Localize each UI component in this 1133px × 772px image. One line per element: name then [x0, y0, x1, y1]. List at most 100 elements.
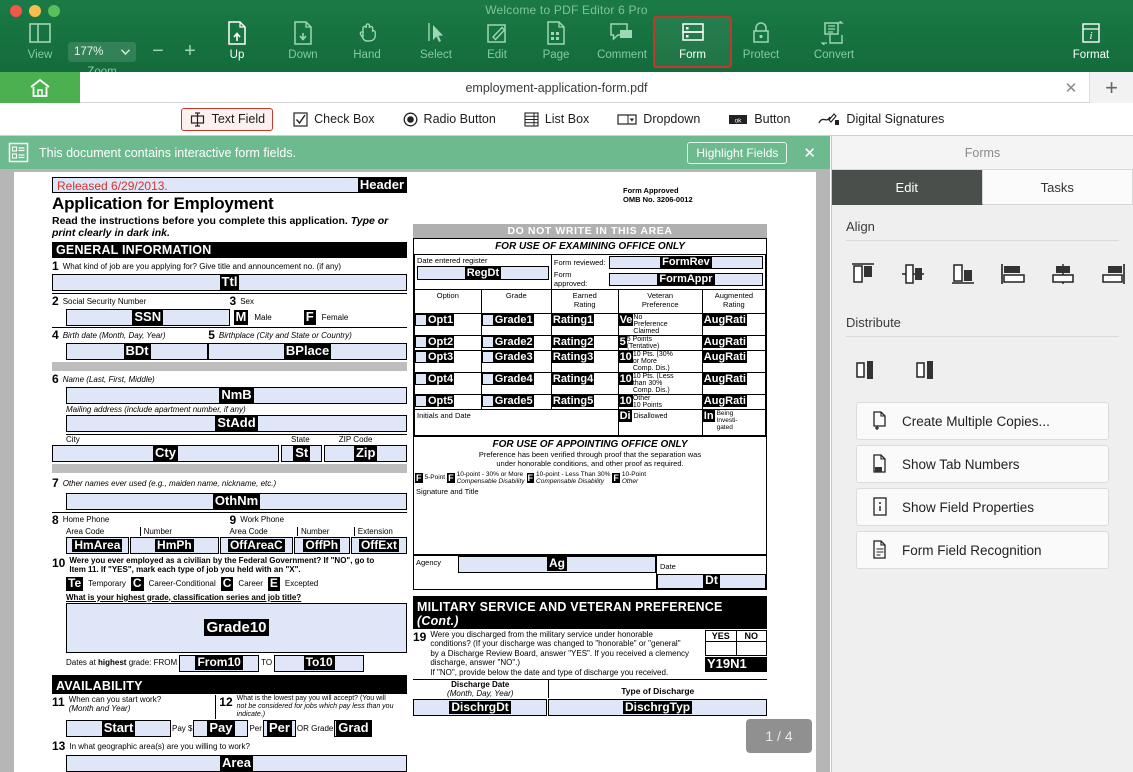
field-tag-male-checkbox[interactable]: M — [234, 310, 249, 325]
align-left-icon[interactable] — [998, 257, 1028, 291]
field-form-approved[interactable]: FormAppr — [609, 273, 763, 286]
zoom-select[interactable]: 177% — [68, 42, 136, 62]
active-tab[interactable]: employment-application-form.pdf — [80, 72, 1033, 103]
highlight-fields-button[interactable]: Highlight Fields — [687, 142, 787, 164]
field-zip[interactable]: Zip — [324, 445, 407, 462]
field-name[interactable]: NmB — [66, 387, 407, 404]
toolbar-convert-button[interactable]: Convert — [800, 18, 868, 72]
checkbox-grade-3[interactable] — [482, 351, 494, 363]
form-field-recognition-button[interactable]: Form Field Recognition — [856, 531, 1109, 569]
checkbox-option-5[interactable] — [415, 395, 427, 407]
field-state[interactable]: St — [281, 445, 322, 462]
checkbox-option-4[interactable] — [415, 373, 427, 385]
field-discharge-type[interactable]: DischrgTyp — [548, 699, 767, 716]
field-tag-temporary[interactable]: Te — [66, 577, 83, 591]
tab-tasks[interactable]: Tasks — [983, 170, 1133, 205]
align-vertical-center-icon[interactable] — [898, 257, 928, 291]
checkbox-grade-1[interactable] — [482, 314, 494, 326]
checkbox-yes-19[interactable] — [706, 642, 737, 655]
new-tab-button[interactable]: + — [1089, 72, 1133, 103]
field-tag-ve[interactable]: Ve — [619, 314, 634, 326]
align-bottom-icon[interactable] — [948, 257, 978, 291]
signature-space[interactable] — [414, 496, 766, 554]
home-button[interactable] — [0, 72, 80, 103]
zoom-in-button[interactable]: + — [178, 40, 202, 63]
field-birthdate[interactable]: BDt — [66, 343, 208, 360]
show-tab-numbers-button[interactable]: Show Tab Numbers — [856, 445, 1109, 483]
toolbar-up-button[interactable]: Up — [203, 18, 271, 72]
field-pay[interactable]: Pay — [193, 720, 248, 737]
field-register-date[interactable]: RegDt — [417, 266, 549, 280]
field-tag-career[interactable]: C — [221, 577, 234, 591]
toolbar-format-button[interactable]: i Format — [1057, 18, 1125, 72]
field-city[interactable]: Cty — [52, 445, 279, 462]
field-tag-10c[interactable]: 10 — [619, 395, 633, 407]
field-home-area[interactable]: HmArea — [66, 537, 129, 554]
field-geographic-area[interactable]: Area — [66, 755, 407, 772]
field-other-names[interactable]: OthNm — [66, 493, 407, 510]
field-tag-10pt-less[interactable]: F — [527, 473, 535, 483]
toolbar-view-button[interactable]: View — [6, 18, 74, 72]
field-tag-header[interactable]: Header — [358, 178, 406, 193]
field-date[interactable]: Dt — [657, 574, 766, 589]
field-tag-excepted[interactable]: E — [268, 577, 280, 591]
distribute-horizontal-icon[interactable] — [908, 353, 940, 387]
form-tool-text-field[interactable]: Text Field — [181, 108, 274, 131]
pdf-page[interactable]: Released 6/29/2013. Header Application f… — [14, 172, 816, 772]
form-tool-dropdown[interactable]: Dropdown — [609, 108, 708, 130]
field-street-address[interactable]: StAdd — [66, 415, 407, 432]
toolbar-edit-button[interactable]: Edit — [463, 18, 531, 72]
field-tag-di[interactable]: Di — [619, 410, 632, 422]
toolbar-select-button[interactable]: Select — [402, 18, 470, 72]
field-highest-grade[interactable]: Grade10 — [66, 603, 407, 653]
checkbox-grade-2[interactable] — [482, 336, 494, 348]
field-per[interactable]: Per — [263, 720, 296, 737]
form-tool-check-box[interactable]: Check Box — [285, 108, 382, 131]
show-field-properties-button[interactable]: Show Field Properties — [856, 488, 1109, 526]
field-tag-5[interactable]: 5 — [619, 336, 627, 348]
field-tag-10pt-other[interactable]: F — [612, 473, 620, 483]
document-viewport[interactable]: Released 6/29/2013. Header Application f… — [0, 169, 830, 772]
field-tag-5point[interactable]: F — [415, 473, 423, 483]
checkbox-option-1[interactable] — [415, 314, 427, 326]
field-grade[interactable]: Grad — [334, 720, 372, 737]
form-tool-list-box[interactable]: List Box — [516, 108, 597, 131]
close-notice-button[interactable]: ✕ — [797, 144, 822, 162]
field-discharge-date[interactable]: DischrgDt — [413, 699, 547, 716]
checkbox-no-19[interactable] — [737, 642, 767, 655]
field-home-phone[interactable]: HmPh — [130, 537, 219, 554]
toolbar-hand-button[interactable]: Hand — [333, 18, 401, 72]
field-tag-in[interactable]: In — [703, 410, 715, 422]
align-horizontal-center-icon[interactable] — [1048, 257, 1078, 291]
create-multiple-copies-button[interactable]: Create Multiple Copies... — [856, 402, 1109, 440]
field-start-date[interactable]: Start — [66, 720, 171, 737]
toolbar-down-button[interactable]: Down — [269, 18, 337, 72]
field-tag-female-checkbox[interactable]: F — [304, 310, 316, 325]
field-tag-10b[interactable]: 10 — [619, 373, 633, 385]
toolbar-page-button[interactable]: Page — [522, 18, 590, 72]
toolbar-protect-button[interactable]: Protect — [727, 18, 795, 72]
field-from-date[interactable]: From10 — [179, 655, 259, 672]
field-office-ext[interactable]: OffExt — [351, 537, 407, 554]
align-top-icon[interactable] — [848, 257, 878, 291]
field-office-area[interactable]: OffAreaC — [220, 537, 293, 554]
field-tag-10pt-30[interactable]: F — [447, 473, 455, 483]
tab-edit[interactable]: Edit — [832, 170, 983, 205]
checkbox-option-2[interactable] — [415, 336, 427, 348]
form-tool-radio-button[interactable]: Radio Button — [395, 108, 504, 131]
field-to-date[interactable]: To10 — [274, 655, 364, 672]
field-tag-10a[interactable]: 10 — [619, 351, 633, 363]
form-tool-button[interactable]: ok Button — [720, 108, 798, 130]
field-office-phone[interactable]: OffPh — [294, 537, 350, 554]
checkbox-grade-5[interactable] — [482, 395, 494, 407]
field-title[interactable]: Ttl — [52, 274, 407, 291]
distribute-vertical-icon[interactable] — [848, 353, 880, 387]
form-tool-digital-signatures[interactable]: Digital Signatures — [810, 108, 952, 131]
field-tag-career-conditional[interactable]: C — [131, 577, 144, 591]
toolbar-form-button[interactable]: Form — [653, 16, 732, 68]
zoom-out-button[interactable]: − — [146, 40, 170, 63]
field-form-reviewed[interactable]: FormRev — [609, 256, 763, 269]
align-right-icon[interactable] — [1098, 257, 1128, 291]
field-agency[interactable]: Ag — [458, 556, 656, 573]
close-tab-button[interactable]: ✕ — [1061, 78, 1081, 98]
